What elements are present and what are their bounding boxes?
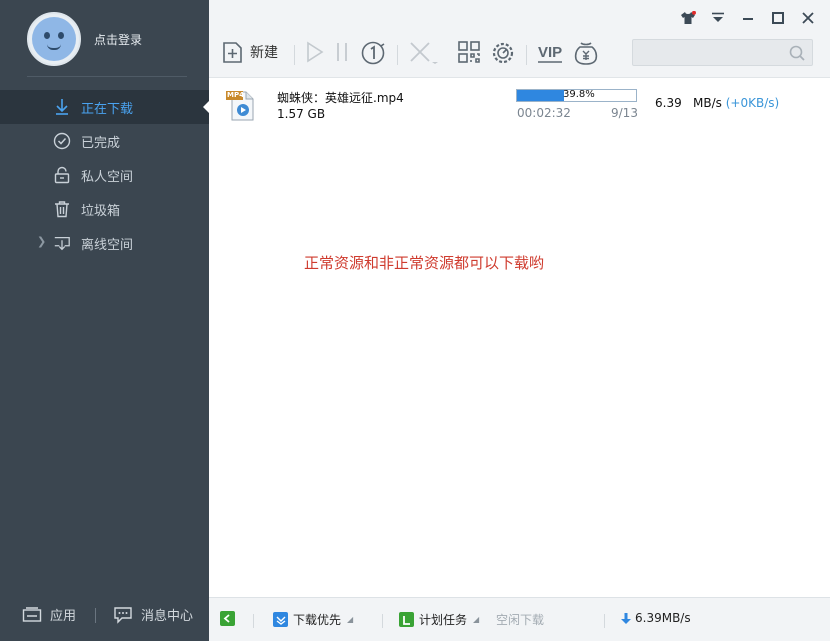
notice-text: 正常资源和非正常资源都可以下载哟 (304, 254, 545, 272)
sidebar-item-downloading[interactable]: 正在下载 (0, 90, 210, 124)
gear-speed-icon (492, 42, 514, 64)
download-speed: 6.39 (655, 96, 682, 110)
download-one-button[interactable] (360, 40, 386, 66)
search-icon[interactable] (789, 45, 805, 61)
footer-divider (95, 608, 96, 623)
download-arrow-icon (53, 98, 71, 116)
status-bar: 下载优先 ◢ 计划任务 ◢ 空闲下载 6.39MB/s (209, 597, 830, 641)
piece-count: 9/13 (611, 106, 638, 120)
svg-text:VIP: VIP (538, 44, 562, 61)
message-center-button[interactable]: 消息中心 (113, 605, 193, 624)
sidebar: 点击登录 正在下载 已完成 私人空间 垃圾箱 ❯ 离线空间 应用 消息中心 (0, 0, 210, 641)
menu-dropdown-icon[interactable] (710, 10, 726, 26)
download-row[interactable]: MP4 蜘蛛侠：英雄远征.mp4 1.57 GB 39.8% 00:02:32 … (209, 80, 830, 128)
progress-bar: 39.8% (516, 89, 637, 102)
download-priority-label: 下载优先 (293, 613, 342, 627)
schedule-icon (399, 612, 414, 627)
dropdown-triangle-icon[interactable]: ◢ (347, 615, 353, 624)
skin-shirt-icon[interactable] (680, 10, 696, 26)
message-center-label: 消息中心 (141, 609, 194, 624)
start-button[interactable] (305, 40, 325, 64)
elapsed-time: 00:02:32 (517, 106, 571, 120)
window-controls (680, 10, 816, 26)
minimize-icon[interactable] (740, 10, 756, 26)
toolbar-divider (526, 45, 527, 65)
arrow-left-icon (220, 611, 235, 626)
sidebar-item-label: 已完成 (81, 135, 121, 151)
toolbar-divider (294, 45, 295, 65)
down-arrow-icon (621, 612, 631, 624)
scheduled-tasks-button[interactable]: 计划任务 ◢ (399, 611, 479, 628)
file-size: 1.57 GB (277, 107, 326, 121)
progress-fill (517, 90, 565, 101)
sidebar-footer: 应用 消息中心 (0, 591, 209, 641)
progress-percent: 39.8% (563, 89, 595, 100)
cloud-download-icon (53, 234, 71, 252)
vip-icon: VIP (538, 44, 562, 63)
new-task-label: 新建 (250, 45, 278, 61)
sidebar-item-label: 私人空间 (81, 169, 134, 185)
idle-download-button[interactable]: 空闲下载 (496, 611, 544, 628)
new-task-button[interactable]: 新建 (222, 40, 278, 64)
vip-button[interactable]: VIP (537, 40, 563, 66)
apps-button[interactable]: 应用 (22, 605, 76, 624)
qr-code-button[interactable] (457, 40, 481, 64)
new-file-icon (223, 42, 242, 63)
check-circle-icon (53, 132, 71, 150)
apps-label: 应用 (50, 609, 77, 624)
pause-icon (337, 43, 347, 61)
sidebar-item-offline-space[interactable]: ❯ 离线空间 (0, 226, 209, 260)
toolbar-divider (397, 45, 398, 65)
speed-unit: MB/s (693, 96, 722, 110)
total-speed: 6.39MB/s (620, 611, 691, 625)
sidebar-item-trash[interactable]: 垃圾箱 (0, 192, 209, 226)
status-divider (253, 614, 254, 628)
speed-line: MB/s (+0KB/s) (693, 96, 779, 110)
delete-button[interactable] (408, 40, 438, 66)
sidebar-divider (27, 76, 187, 77)
play-icon (307, 41, 324, 63)
money-bag-icon (574, 42, 598, 65)
sidebar-item-label: 正在下载 (81, 101, 134, 117)
lock-icon (53, 166, 71, 184)
total-speed-value: 6.39MB/s (635, 611, 691, 625)
sidebar-item-private-space[interactable]: 私人空间 (0, 158, 209, 192)
apps-icon (22, 606, 42, 622)
priority-icon (273, 612, 288, 627)
scheduled-tasks-label: 计划任务 (419, 613, 468, 627)
main-panel: 新建 VIP MP4 蜘蛛侠：英雄远征.mp4 1.57 GB 39.8% 00… (209, 0, 830, 641)
file-type-badge: MP4 (227, 91, 244, 99)
toolbar: 新建 VIP (209, 0, 830, 78)
sidebar-nav: 正在下载 已完成 私人空间 垃圾箱 ❯ 离线空间 (0, 90, 210, 260)
search-input[interactable] (633, 40, 783, 65)
number-one-circle-icon (361, 41, 385, 65)
close-icon[interactable] (800, 10, 816, 26)
login-link[interactable]: 点击登录 (94, 31, 142, 48)
sidebar-item-label: 离线空间 (81, 237, 134, 253)
sidebar-item-label: 垃圾箱 (81, 203, 121, 219)
status-divider (382, 614, 383, 628)
avatar-face-icon (32, 17, 76, 61)
avatar[interactable] (27, 12, 81, 66)
search-box (632, 39, 813, 66)
sidebar-item-completed[interactable]: 已完成 (0, 124, 209, 158)
trash-icon (53, 200, 71, 218)
qr-code-icon (458, 41, 480, 63)
chevron-right-icon[interactable]: ❯ (37, 235, 46, 248)
collapse-sidebar-button[interactable] (220, 611, 240, 626)
pause-button[interactable] (334, 40, 350, 64)
mp4-file-icon: MP4 (226, 88, 256, 122)
wallet-button[interactable] (573, 40, 599, 66)
boost-speed: (+0KB/s) (725, 96, 780, 110)
dropdown-triangle-icon[interactable]: ◢ (473, 615, 479, 624)
delete-x-icon (410, 42, 438, 64)
speed-boost-button[interactable] (490, 40, 516, 66)
file-name: 蜘蛛侠：英雄远征.mp4 (277, 91, 404, 105)
status-divider (604, 614, 605, 628)
maximize-icon[interactable] (770, 10, 786, 26)
chat-bubble-icon (114, 606, 132, 624)
idle-download-label: 空闲下载 (496, 613, 545, 627)
download-priority-button[interactable]: 下载优先 ◢ (273, 611, 353, 628)
